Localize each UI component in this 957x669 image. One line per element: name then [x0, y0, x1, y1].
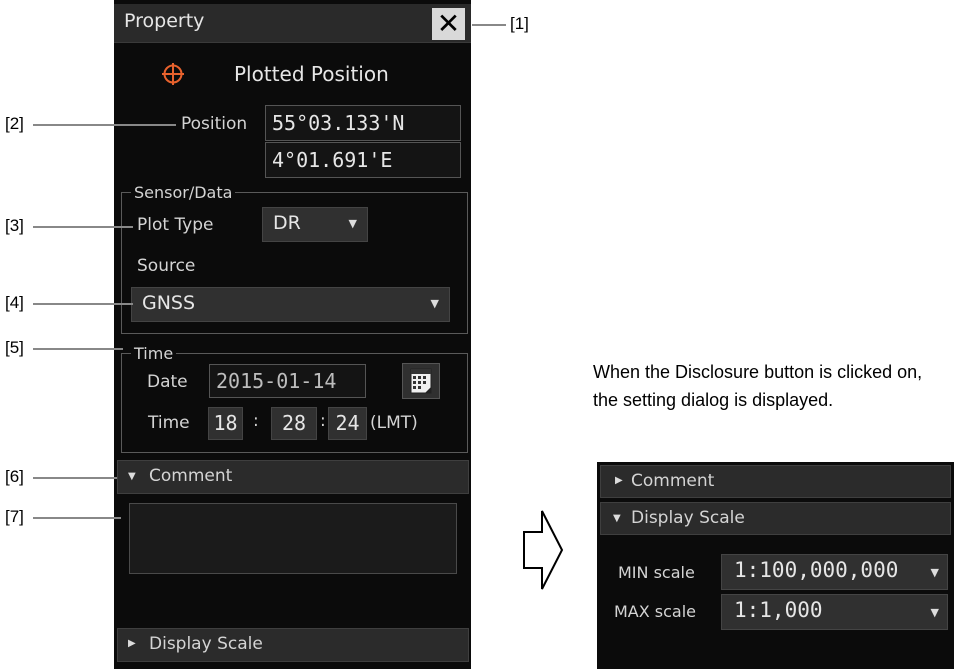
callout-line	[33, 477, 117, 479]
callout-7: [7]	[5, 507, 24, 526]
comment-disclosure-button[interactable]: ▶ Comment	[600, 465, 951, 498]
callout-5: [5]	[5, 338, 24, 357]
callout-3: [3]	[5, 216, 24, 235]
display-scale-label: Display Scale	[631, 508, 745, 528]
callout-line	[33, 226, 133, 228]
callout-1: [1]	[510, 14, 529, 33]
callout-line	[33, 124, 176, 126]
date-field[interactable]: 2015-01-14	[209, 364, 366, 398]
callout-line	[472, 24, 506, 26]
date-label: Date	[147, 372, 188, 392]
latitude-field: 55°03.133'N	[265, 105, 461, 141]
plot-type-label: Plot Type	[137, 215, 214, 235]
chevron-down-icon: ▼	[128, 471, 136, 482]
calendar-icon	[410, 368, 432, 394]
calendar-button[interactable]	[402, 363, 440, 399]
callout-line	[33, 303, 133, 305]
comment-label: Comment	[149, 466, 233, 486]
hour-field[interactable]: 18	[208, 407, 243, 440]
object-type-label: Plotted Position	[234, 62, 389, 86]
second-field[interactable]: 24	[328, 407, 367, 440]
comment-label: Comment	[631, 471, 715, 491]
callout-2: [2]	[5, 114, 24, 133]
arrow-right-icon	[523, 510, 564, 590]
source-label: Source	[137, 256, 196, 276]
callout-line	[33, 348, 123, 350]
longitude-field: 4°01.691'E	[265, 142, 461, 178]
time-zone-label: (LMT)	[370, 413, 418, 433]
dialog-title: Property	[124, 10, 205, 32]
display-scale-disclosure-button[interactable]: ▶ Display Scale	[117, 628, 469, 662]
position-label: Position	[181, 114, 248, 134]
max-scale-label: MAX scale	[614, 602, 697, 621]
display-scale-disclosure-button[interactable]: ▼ Display Scale	[600, 502, 951, 535]
callout-4: [4]	[5, 293, 24, 312]
close-button[interactable]: ✕	[432, 8, 465, 40]
max-scale-dropdown[interactable]: 1:1,000 ▼	[721, 594, 948, 630]
display-scale-label: Display Scale	[149, 634, 263, 654]
min-scale-value: 1:100,000,000	[734, 558, 899, 582]
minute-field[interactable]: 28	[271, 407, 317, 440]
time-separator: :	[253, 411, 259, 431]
chevron-down-icon: ▼	[930, 606, 939, 619]
callout-6: [6]	[5, 467, 24, 486]
crosshair-circle-icon	[162, 63, 184, 85]
source-value: GNSS	[142, 292, 196, 314]
sensor-data-legend: Sensor/Data	[131, 183, 236, 202]
explanation-note: When the Disclosure button is clicked on…	[593, 362, 923, 410]
min-scale-dropdown[interactable]: 1:100,000,000 ▼	[721, 554, 948, 590]
comment-disclosure-button[interactable]: ▼ Comment	[117, 460, 469, 494]
comment-textarea[interactable]	[129, 503, 457, 574]
plot-type-value: DR	[273, 212, 301, 234]
callout-line	[33, 517, 121, 519]
source-dropdown[interactable]: GNSS ▼	[131, 287, 450, 322]
chevron-right-icon: ▶	[615, 475, 623, 486]
time-label: Time	[148, 413, 190, 433]
max-scale-value: 1:1,000	[734, 598, 823, 622]
time-legend: Time	[131, 344, 177, 363]
chevron-down-icon: ▼	[430, 297, 439, 310]
time-separator: :	[320, 411, 326, 431]
min-scale-label: MIN scale	[618, 563, 695, 582]
chevron-right-icon: ▶	[128, 638, 136, 649]
chevron-down-icon: ▼	[613, 513, 621, 524]
chevron-down-icon: ▼	[348, 217, 357, 230]
plot-type-dropdown[interactable]: DR ▼	[262, 207, 368, 242]
chevron-down-icon: ▼	[930, 566, 939, 579]
